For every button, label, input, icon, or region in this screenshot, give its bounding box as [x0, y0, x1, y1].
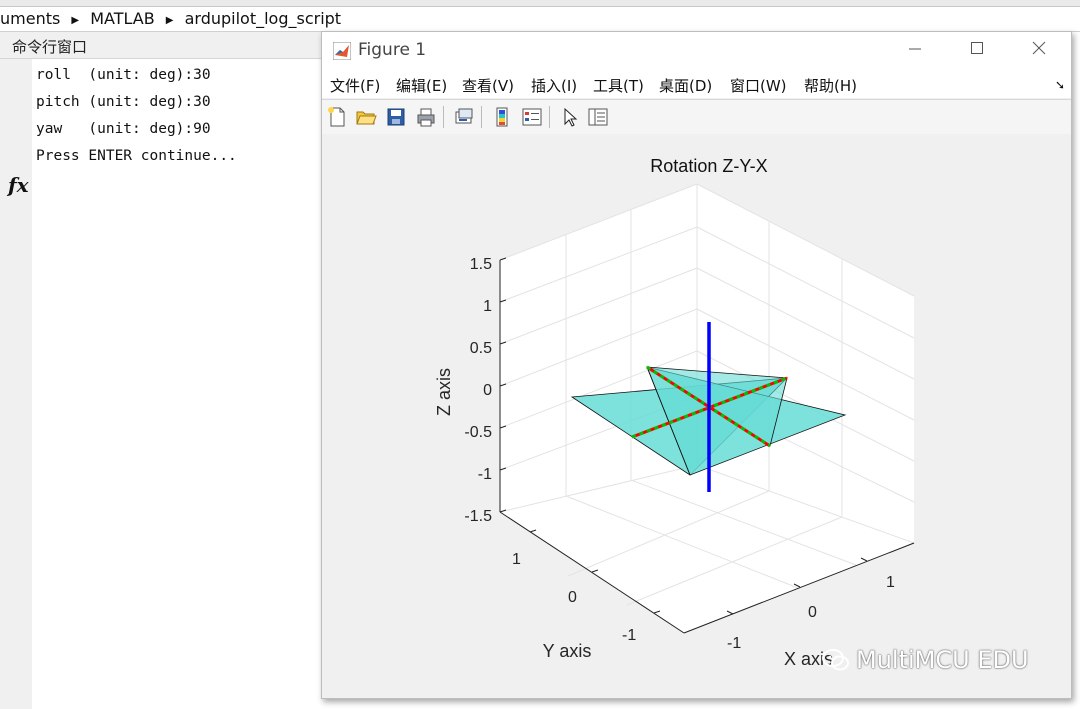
figure-title: Figure 1 [358, 40, 427, 60]
toolbar-separator [443, 106, 444, 128]
y-tick-label: 0 [568, 589, 577, 606]
matlab-logo-icon [333, 42, 351, 60]
x-tick-label: 0 [808, 604, 817, 621]
command-window-title: 命令行窗口 [12, 38, 88, 56]
edit-plot-icon[interactable] [559, 106, 581, 128]
toolbar-separator [481, 106, 482, 128]
command-line: yaw (unit: deg):90 [36, 121, 211, 137]
dock-arrow-icon[interactable]: ➘ [1055, 78, 1065, 92]
x-tick-label: 1 [886, 574, 895, 591]
z-tick-label: 0.5 [470, 340, 492, 357]
toolbar-separator [549, 106, 550, 128]
z-tick-label: -1 [478, 466, 492, 483]
colorbar-icon[interactable] [491, 106, 513, 128]
fx-prompt-icon[interactable]: fx [8, 173, 29, 197]
breadcrumb-item[interactable]: uments [0, 7, 60, 31]
open-file-icon[interactable] [355, 106, 377, 128]
save-icon[interactable] [385, 106, 407, 128]
figure-menubar: 文件(F) 编辑(E) 查看(V) 插入(I) 工具(T) 桌面(D) 窗口(W… [322, 68, 1071, 98]
z-tick-label: 1 [483, 298, 492, 315]
link-plot-icon[interactable] [453, 106, 475, 128]
z-tick-label: 0 [483, 382, 492, 399]
y-axis-label: Y axis [543, 641, 592, 661]
figure-titlebar[interactable]: Figure 1 [322, 32, 1071, 68]
command-window: 命令行窗口 fx roll (unit: deg):30 pitch (unit… [0, 32, 322, 709]
z-tick-label: -1.5 [464, 508, 492, 525]
chevron-right-icon: ▶ [71, 15, 80, 26]
z-axis-label: Z axis [434, 368, 454, 416]
menu-tools[interactable]: 工具(T) [593, 75, 644, 96]
legend-icon[interactable] [521, 106, 543, 128]
z-tick-label: -0.5 [464, 424, 492, 441]
close-icon[interactable] [1016, 36, 1062, 64]
command-line: pitch (unit: deg):30 [36, 94, 211, 110]
top-strip [0, 0, 1080, 7]
menu-help[interactable]: 帮助(H) [804, 75, 857, 96]
maximize-icon[interactable] [954, 36, 1000, 64]
wechat-icon [822, 649, 849, 671]
figure-window: Figure 1 文件(F) 编辑(E) 查看(V) 插入(I) 工具(T) 桌… [321, 31, 1072, 699]
menu-window[interactable]: 窗口(W) [730, 75, 787, 96]
menu-desktop[interactable]: 桌面(D) [659, 75, 712, 96]
y-tick-label: 1 [512, 551, 521, 568]
command-output[interactable]: roll (unit: deg):30 pitch (unit: deg):30… [32, 59, 322, 709]
figure-toolbar [322, 99, 1071, 135]
watermark: MultiMCU EDU [822, 646, 1029, 674]
breadcrumb: uments ▶ MATLAB ▶ ardupilot_log_script [0, 7, 1080, 32]
minimize-icon[interactable] [892, 36, 938, 64]
menu-insert[interactable]: 插入(I) [531, 75, 577, 96]
print-icon[interactable] [415, 106, 437, 128]
property-inspector-icon[interactable] [587, 106, 609, 128]
menu-view[interactable]: 查看(V) [462, 75, 514, 96]
new-figure-icon[interactable] [326, 106, 348, 128]
plot-area[interactable]: 1.5 1 0.5 0 -0.5 -1 -1.5 1 0 -1 1 0 -1 Z… [322, 134, 1071, 698]
command-line: roll (unit: deg):30 [36, 67, 211, 83]
watermark-text: MultiMCU EDU [856, 646, 1029, 674]
command-line: Press ENTER continue... [36, 148, 237, 164]
x-tick-label: -1 [727, 635, 741, 652]
axes-3d[interactable]: 1.5 1 0.5 0 -0.5 -1 -1.5 1 0 -1 1 0 -1 Z… [322, 134, 1071, 698]
y-tick-label: -1 [622, 627, 636, 644]
menu-edit[interactable]: 编辑(E) [396, 75, 447, 96]
breadcrumb-item[interactable]: ardupilot_log_script [185, 7, 341, 31]
menu-file[interactable]: 文件(F) [330, 75, 380, 96]
z-tick-label: 1.5 [470, 256, 492, 273]
command-window-header: 命令行窗口 [0, 32, 322, 59]
chart-title: Rotation Z-Y-X [650, 156, 767, 176]
breadcrumb-item[interactable]: MATLAB [90, 7, 154, 31]
command-gutter: fx [0, 59, 33, 709]
chevron-right-icon: ▶ [165, 15, 174, 26]
